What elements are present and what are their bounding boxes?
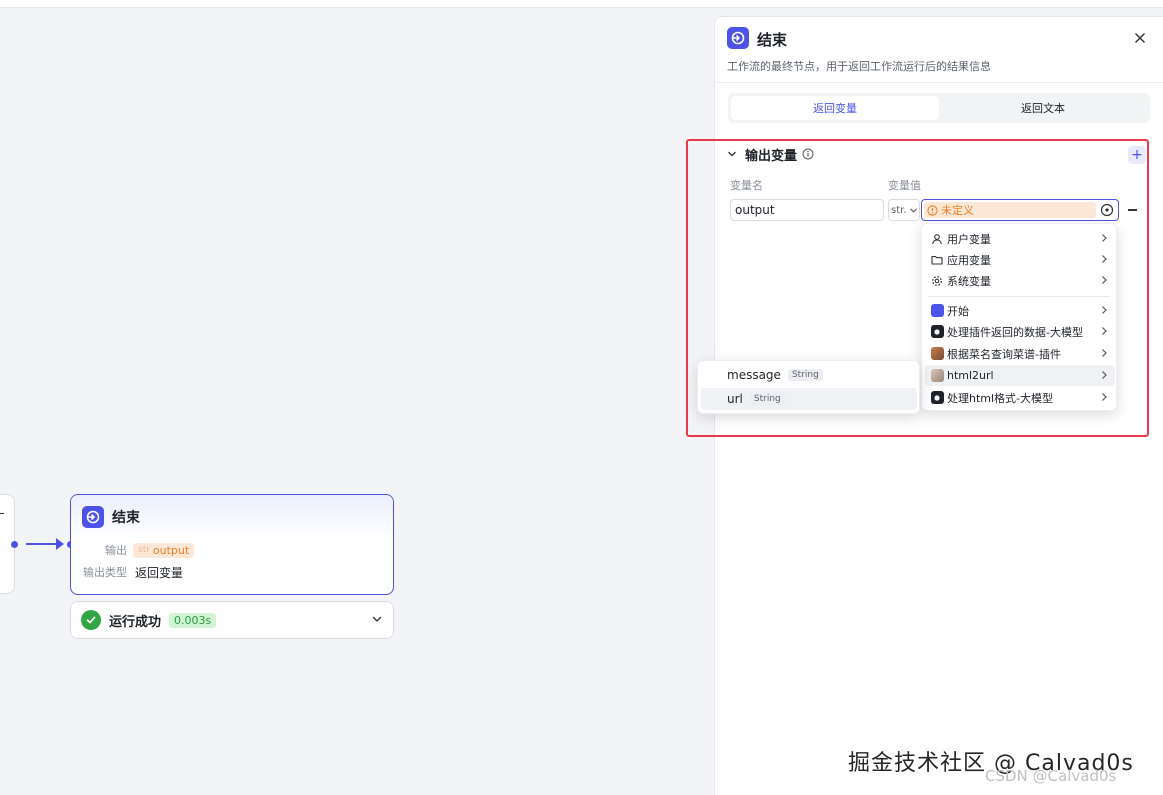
tab-return-variable[interactable]: 返回变量 <box>731 96 939 120</box>
chevron-down-icon[interactable] <box>371 613 383 628</box>
return-mode-tabs: 返回变量 返回文本 <box>728 93 1150 123</box>
success-check-icon <box>81 610 101 630</box>
output-type-row: 输出类型 返回变量 <box>71 561 393 583</box>
run-status-bar[interactable]: 运行成功 0.003s <box>70 601 394 639</box>
annotation-highlight-box <box>686 139 1149 437</box>
output-port[interactable] <box>11 541 18 548</box>
top-bar <box>0 0 1163 8</box>
end-node-icon <box>82 506 104 528</box>
end-node-icon <box>727 27 749 49</box>
end-node-header: 结束 <box>71 495 393 539</box>
run-time-badge: 0.003s <box>169 612 217 628</box>
watermark-sub-text: CSDN @Calvad0s <box>985 767 1117 785</box>
panel-title: 结束 <box>757 31 788 49</box>
panel-description: 工作流的最终节点，用于返回工作流运行后的结果信息 <box>727 60 991 73</box>
output-type-label: 输出类型 <box>83 566 127 579</box>
panel-header: 结束 工作流的最终节点，用于返回工作流运行后的结果信息 <box>715 17 1163 83</box>
run-status-label: 运行成功 <box>109 614 162 630</box>
output-type-value: 返回变量 <box>135 565 184 580</box>
tab-return-text[interactable]: 返回文本 <box>939 96 1147 120</box>
output-row: 输出 str output <box>71 539 393 561</box>
output-variable-tag: str output <box>133 542 195 558</box>
edge-arrow-icon <box>56 538 64 550</box>
connection-edge[interactable] <box>26 543 60 545</box>
close-icon[interactable] <box>1133 31 1147 45</box>
end-node-card[interactable]: 结束 输出 str output 输出类型 返回变量 <box>70 494 394 595</box>
end-node-title: 结束 <box>112 510 140 526</box>
output-label: 输出 <box>105 544 127 557</box>
